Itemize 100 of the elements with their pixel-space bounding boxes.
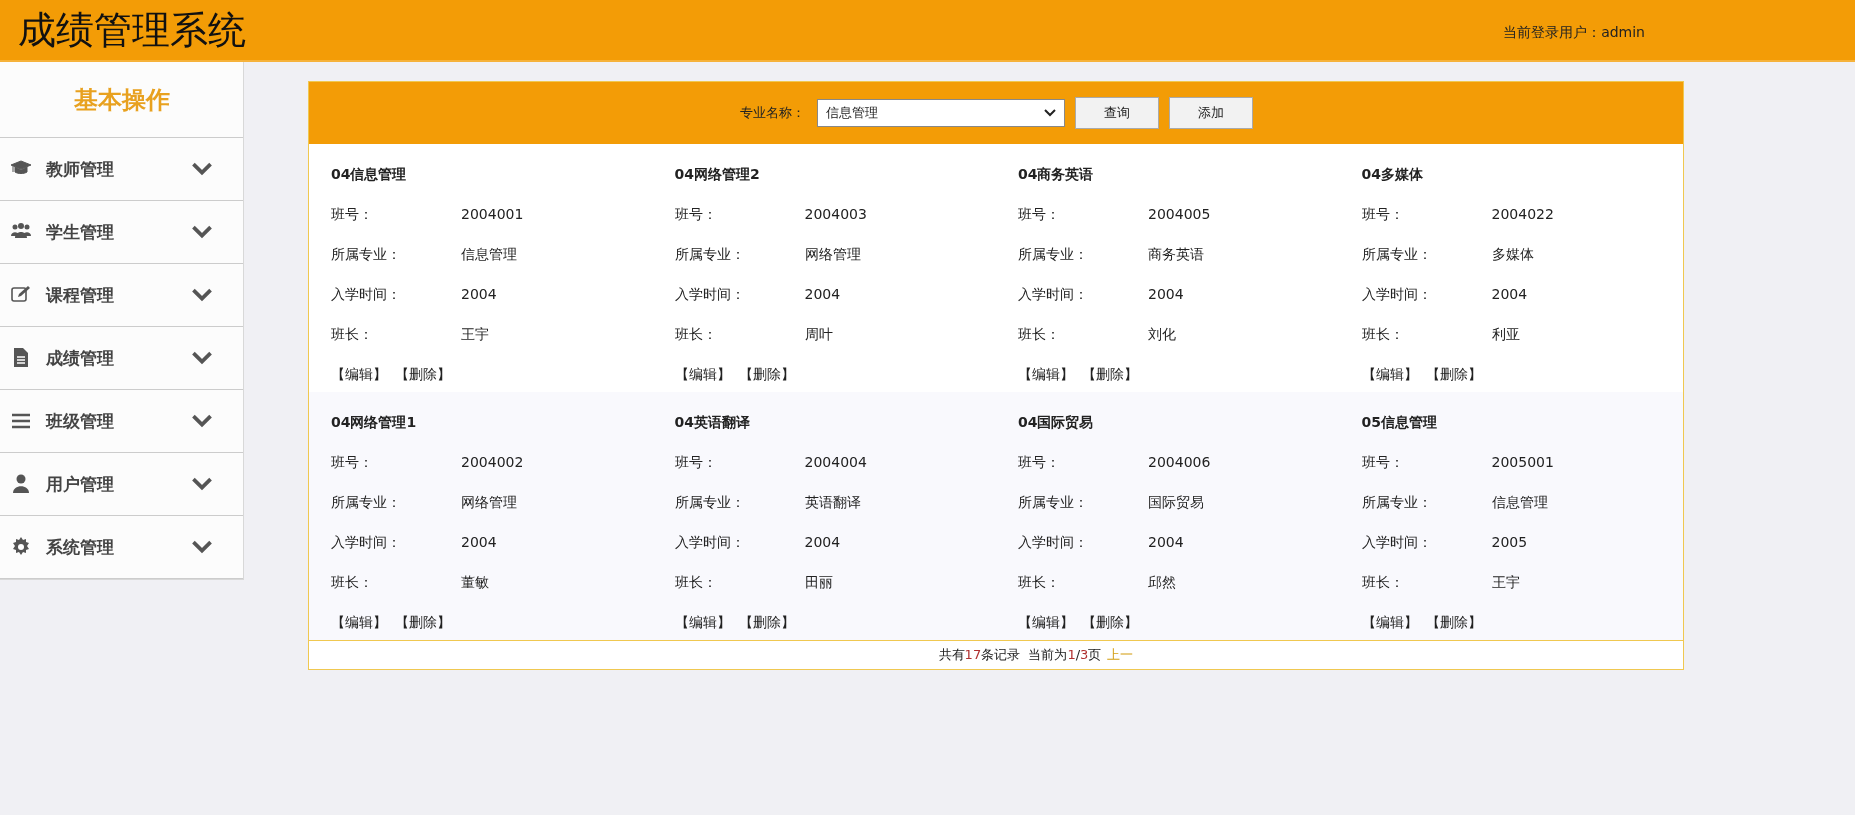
- menu-item[interactable]: 教师管理: [0, 138, 243, 201]
- field-value: 2004: [804, 286, 842, 304]
- field-label: 班号：: [1361, 454, 1405, 472]
- caret-icon: [1043, 109, 1056, 117]
- field-value: 董敏: [461, 574, 490, 592]
- sidebar-title: 基本操作: [73, 84, 170, 116]
- delete-link[interactable]: 【删除】: [738, 614, 795, 632]
- field-label: 所属专业：: [1361, 494, 1433, 512]
- field-label: 班号：: [674, 454, 718, 472]
- menu-item[interactable]: 班级管理: [0, 390, 243, 453]
- class-title: 04多媒体: [1361, 166, 1423, 184]
- class-title: 04英语翻译: [674, 414, 750, 432]
- field-value: 商务英语: [1148, 246, 1205, 264]
- field-label: 入学时间：: [1361, 286, 1433, 304]
- field-label: 所属专业：: [331, 246, 402, 264]
- edit-link[interactable]: 【编辑】: [674, 614, 731, 632]
- field-value: 周叶: [804, 326, 834, 344]
- field-value: 2004: [461, 286, 498, 304]
- field-value: 2005: [1491, 534, 1529, 552]
- edit-link[interactable]: 【编辑】: [331, 366, 387, 384]
- field-label: 班长：: [1361, 326, 1405, 344]
- field-value: 邱然: [1148, 574, 1177, 592]
- field-value: 信息管理: [461, 246, 518, 264]
- field-value: 多媒体: [1491, 246, 1535, 264]
- menu-item[interactable]: 成绩管理: [0, 327, 243, 390]
- field-label: 班号：: [1018, 454, 1061, 472]
- class-title: 04信息管理: [331, 166, 407, 184]
- field-label: 入学时间：: [331, 534, 402, 552]
- delete-link[interactable]: 【删除】: [1082, 614, 1138, 632]
- field-value: 2004022: [1491, 206, 1555, 224]
- field-label: 班号：: [1018, 206, 1061, 224]
- field-value: 王宇: [1491, 574, 1521, 592]
- field-label: 班长：: [674, 574, 718, 592]
- edit-link[interactable]: 【编辑】: [1361, 366, 1418, 384]
- field-label: 所属专业：: [674, 494, 746, 512]
- field-label: 班号：: [331, 454, 374, 472]
- field-value: 2004006: [1148, 454, 1212, 472]
- field-value: 2004: [1148, 534, 1185, 552]
- field-label: 班长：: [1361, 574, 1405, 592]
- edit-link[interactable]: 【编辑】: [1018, 366, 1074, 384]
- current-user-text: 当前登录用户：admin: [1503, 24, 1645, 42]
- field-label: 入学时间：: [331, 286, 402, 304]
- record-summary: 共有17条记录 当前为 1/3页: [938, 646, 1102, 664]
- field-label: 班号：: [674, 206, 718, 224]
- field-value: 网络管理: [804, 246, 862, 264]
- delete-link[interactable]: 【删除】: [395, 366, 451, 384]
- class-title: 04国际贸易: [1018, 414, 1094, 432]
- menu-item[interactable]: 学生管理: [0, 201, 243, 264]
- field-value: 英语翻译: [804, 494, 862, 512]
- field-value: 2004004: [804, 454, 868, 472]
- field-label: 所属专业：: [1361, 246, 1433, 264]
- field-label: 班号：: [1361, 206, 1405, 224]
- major-dropdown[interactable]: 信息管理: [816, 99, 1065, 127]
- field-value: 2004003: [804, 206, 868, 224]
- delete-link[interactable]: 【删除】: [1425, 366, 1482, 384]
- field-value: 刘化: [1148, 326, 1177, 344]
- delete-link[interactable]: 【删除】: [395, 614, 451, 632]
- field-label: 所属专业：: [674, 246, 746, 264]
- edit-link[interactable]: 【编辑】: [331, 614, 387, 632]
- field-label: 班长：: [674, 326, 718, 344]
- menu-item[interactable]: 系统管理: [0, 516, 243, 579]
- field-label: 入学时间：: [674, 534, 746, 552]
- field-label: 所属专业：: [331, 494, 402, 512]
- edit-link[interactable]: 【编辑】: [1361, 614, 1418, 632]
- field-value: 2005001: [1491, 454, 1555, 472]
- edit-link[interactable]: 【编辑】: [674, 366, 731, 384]
- field-value: 2004002: [461, 454, 525, 472]
- field-label: 入学时间：: [1018, 286, 1089, 304]
- field-value: 国际贸易: [1148, 494, 1205, 512]
- field-label: 入学时间：: [1018, 534, 1089, 552]
- field-label: 班长：: [331, 326, 374, 344]
- delete-link[interactable]: 【删除】: [738, 366, 795, 384]
- field-value: 田丽: [804, 574, 834, 592]
- field-value: 王宇: [461, 326, 490, 344]
- field-label: 班长：: [1018, 574, 1061, 592]
- field-label: 所属专业：: [1018, 246, 1089, 264]
- person-icon: [10, 473, 32, 495]
- class-title: 04网络管理1: [331, 414, 417, 432]
- delete-link[interactable]: 【删除】: [1082, 366, 1138, 384]
- field-label: 班长：: [1018, 326, 1061, 344]
- delete-link[interactable]: 【删除】: [1425, 614, 1482, 632]
- search-button[interactable]: 查询: [1074, 97, 1159, 129]
- field-label: 所属专业：: [1018, 494, 1089, 512]
- field-value: 2004: [1148, 286, 1185, 304]
- field-value: 2004: [1491, 286, 1529, 304]
- field-value: 2004: [804, 534, 842, 552]
- field-label: 入学时间：: [674, 286, 746, 304]
- field-value: 利亚: [1491, 326, 1521, 344]
- field-label: 班长：: [331, 574, 374, 592]
- class-title: 04商务英语: [1018, 166, 1094, 184]
- major-label: 专业名称：: [739, 104, 805, 122]
- field-value: 2004001: [461, 206, 525, 224]
- field-value: 信息管理: [1491, 494, 1549, 512]
- menu-item[interactable]: 课程管理: [0, 264, 243, 327]
- edit-link[interactable]: 【编辑】: [1018, 614, 1074, 632]
- menu-item[interactable]: 用户管理: [0, 453, 243, 516]
- field-label: 入学时间：: [1361, 534, 1433, 552]
- add-button[interactable]: 添加: [1168, 97, 1253, 129]
- field-value: 2004: [461, 534, 498, 552]
- class-title: 04网络管理2: [674, 166, 760, 184]
